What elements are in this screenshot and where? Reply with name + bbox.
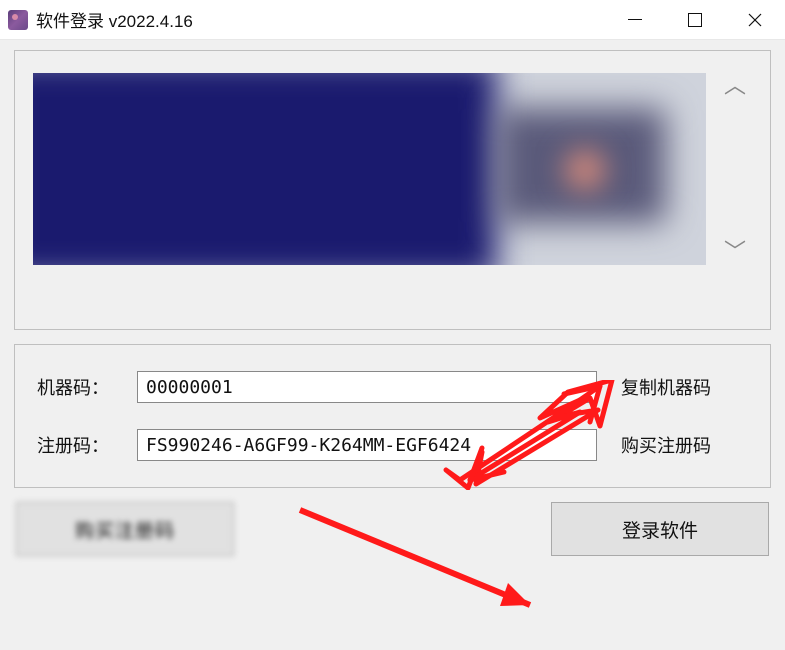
app-icon <box>8 10 28 30</box>
left-action-button[interactable]: 购买注册码 <box>16 502 234 556</box>
machine-code-label: 机器码： <box>37 374 137 400</box>
maximize-button[interactable] <box>665 0 725 39</box>
machine-code-row: 机器码： 复制机器码 <box>37 371 748 403</box>
client-area: ︿ ﹀ 机器码： 复制机器码 注册码： 购买注册码 购买注册码 登录软件 <box>0 40 785 566</box>
reg-code-label: 注册码： <box>37 432 137 458</box>
reg-code-row: 注册码： 购买注册码 <box>37 429 748 461</box>
button-row: 购买注册码 登录软件 <box>14 502 771 556</box>
registration-panel: 机器码： 复制机器码 注册码： 购买注册码 <box>14 344 771 488</box>
minimize-button[interactable] <box>605 0 665 39</box>
window-controls <box>605 0 785 39</box>
close-button[interactable] <box>725 0 785 39</box>
banner-scrollbar[interactable]: ︿ ﹀ <box>718 73 752 265</box>
scroll-up-icon[interactable]: ︿ <box>724 75 746 97</box>
login-button[interactable]: 登录软件 <box>551 502 769 556</box>
buy-reg-code-link[interactable]: 购买注册码 <box>621 432 711 458</box>
reg-code-input[interactable] <box>137 429 597 461</box>
copy-machine-code-link[interactable]: 复制机器码 <box>621 374 711 400</box>
banner-image <box>33 73 706 265</box>
titlebar: 软件登录 v2022.4.16 <box>0 0 785 40</box>
scroll-down-icon[interactable]: ﹀ <box>724 241 746 263</box>
window-title: 软件登录 v2022.4.16 <box>36 7 605 32</box>
banner-panel: ︿ ﹀ <box>14 50 771 330</box>
machine-code-input[interactable] <box>137 371 597 403</box>
